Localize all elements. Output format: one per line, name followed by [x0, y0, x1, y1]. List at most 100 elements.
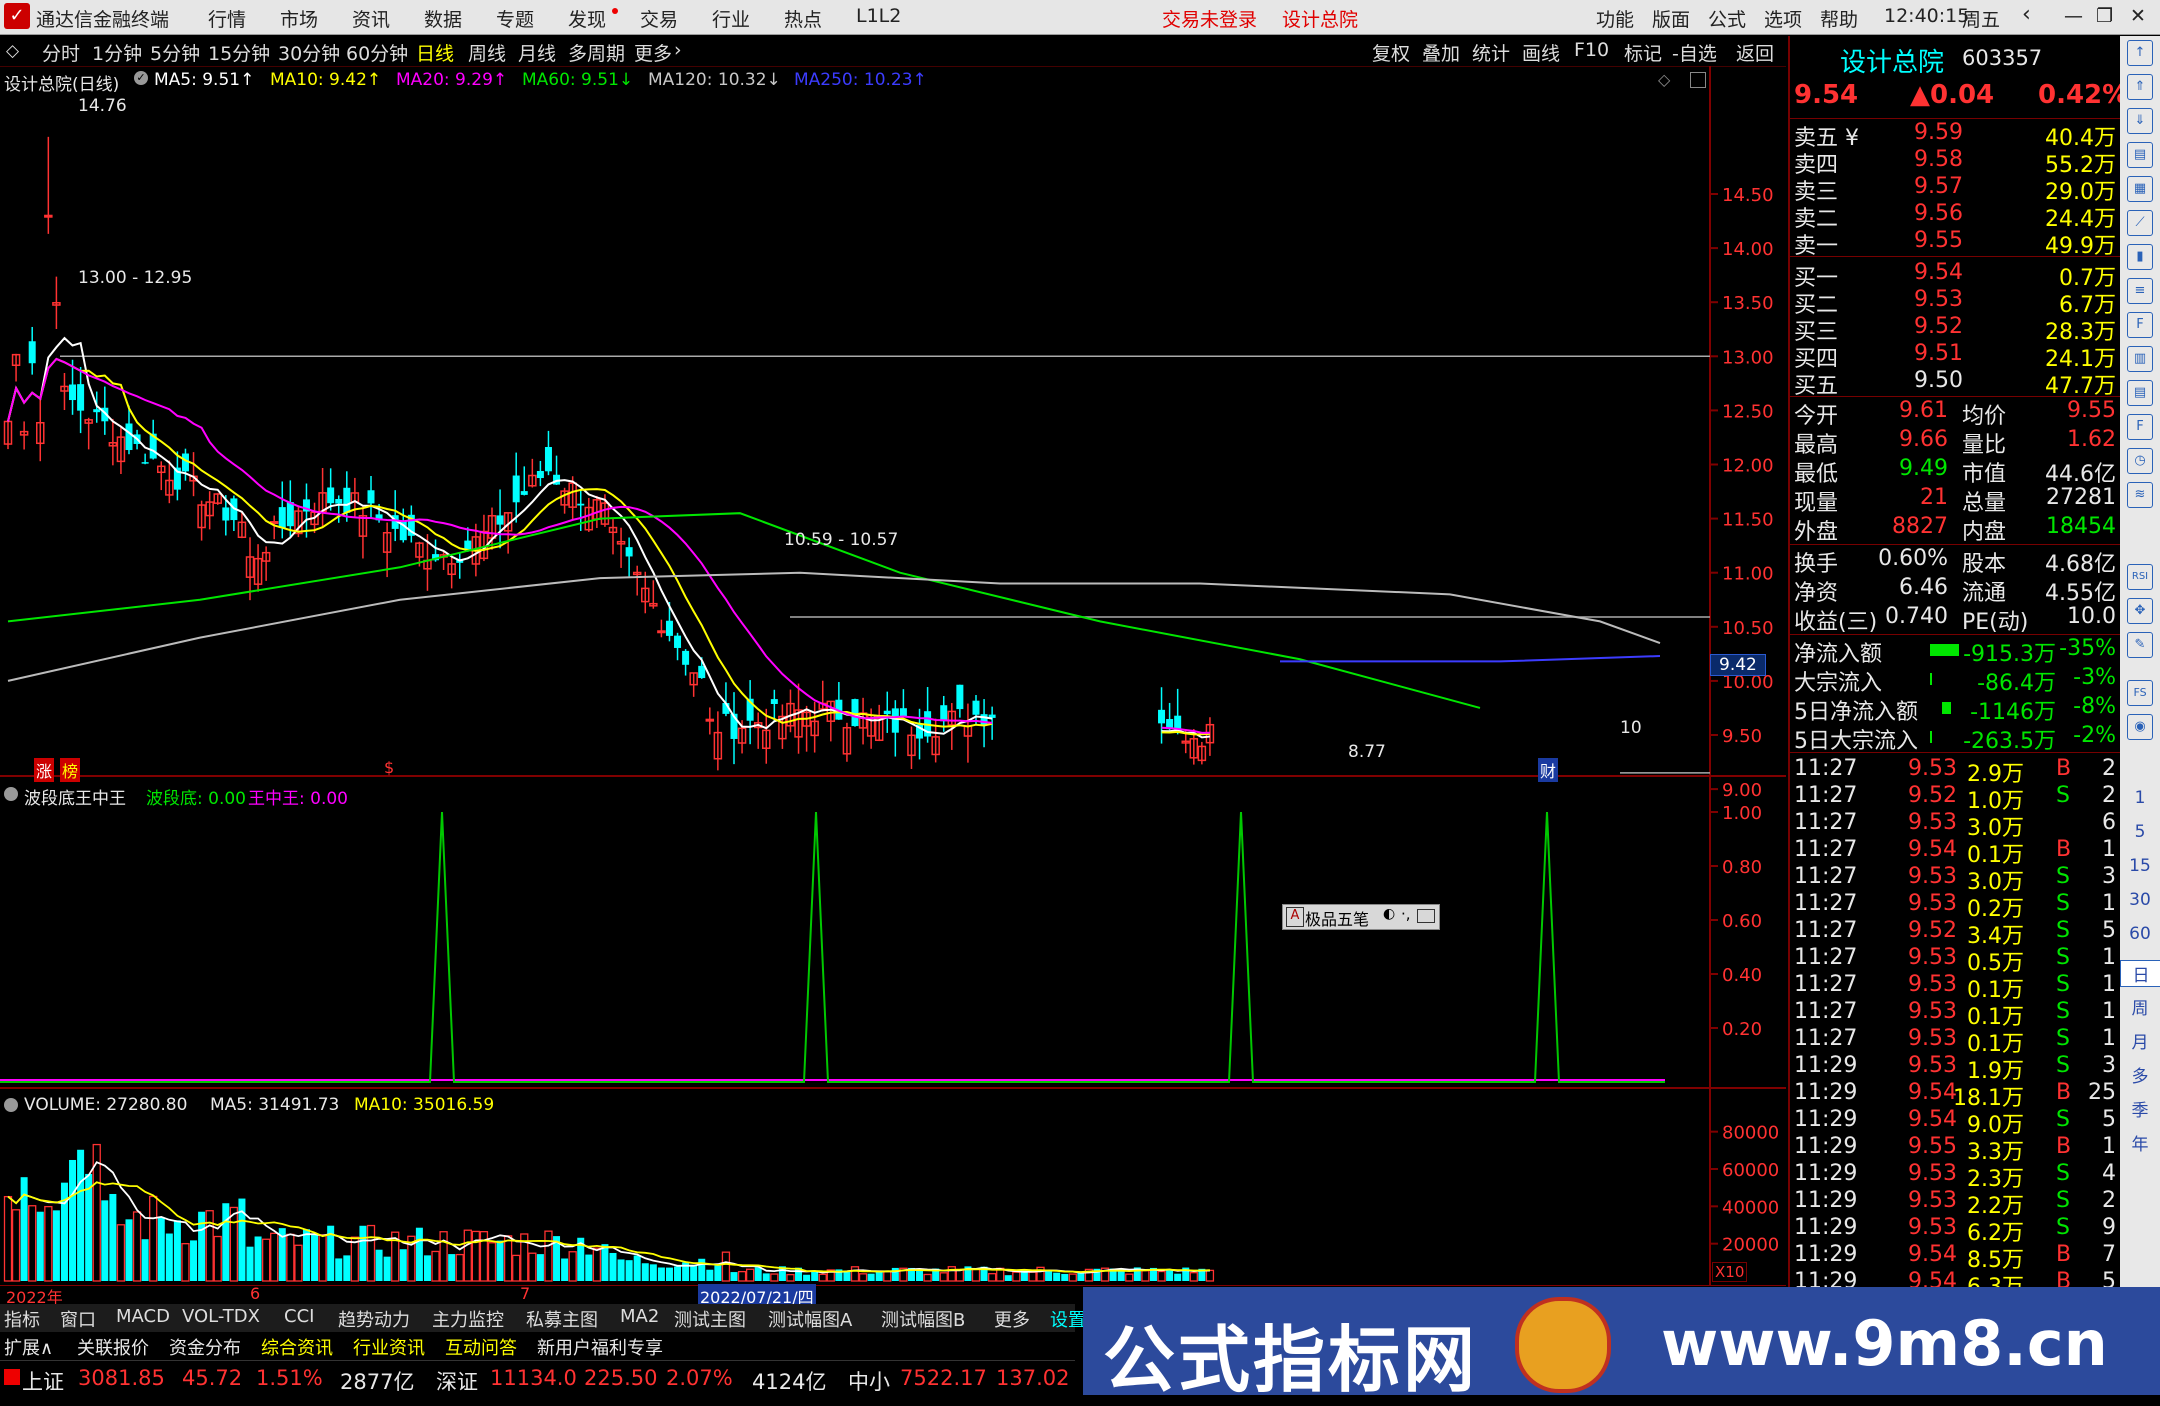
sell-row-1[interactable]: 卖一 9.55 49.9万 [1794, 228, 2118, 259]
btn-overlay[interactable]: 叠加 [1422, 39, 1460, 66]
tick-row[interactable]: 11:29 9.53 2.3万 S 4 [1794, 1161, 2118, 1192]
stat-row[interactable]: 收益(三) 0.740 PE(动) 10.0 [1794, 604, 2118, 635]
cai-mark[interactable]: 财 [1538, 758, 1559, 782]
tick-row[interactable]: 11:27 9.54 0.1万 B 1 [1794, 837, 2118, 868]
btn-f10[interactable]: F10 [1574, 39, 1609, 61]
flow-row[interactable]: 5日净流入额 -1146万 -8% [1794, 694, 2118, 725]
tick-row[interactable]: 11:29 9.54 8.5万 B 7 [1794, 1242, 2118, 1273]
sidebar-period-day[interactable]: 日 [2120, 960, 2160, 987]
tick-row[interactable]: 11:29 9.53 2.2万 S 2 [1794, 1188, 2118, 1219]
info-tab-4[interactable]: 行业资讯 [353, 1334, 425, 1360]
menu-hot[interactable]: 热点 [784, 5, 822, 32]
menu-l1l2[interactable]: L1L2 [856, 5, 901, 27]
clock-icon[interactable]: ◷ [2127, 448, 2153, 474]
buy-row-4[interactable]: 买四 9.51 24.1万 [1794, 341, 2118, 372]
stat-row[interactable]: 净资 6.46 流通 4.55亿 [1794, 575, 2118, 606]
menu-discover[interactable]: 发现 [568, 5, 606, 32]
menu-trade[interactable]: 交易 [640, 5, 678, 32]
info-tab-5[interactable]: 互动问答 [445, 1334, 517, 1360]
indicator-tab-12[interactable]: 更多 [994, 1306, 1030, 1332]
menu-data[interactable]: 数据 [424, 5, 462, 32]
tick-row[interactable]: 11:27 9.52 1.0万 S 2 [1794, 783, 2118, 814]
fin-icon[interactable]: F [2127, 312, 2153, 338]
menu-layout[interactable]: 版面 [1652, 5, 1690, 32]
sell-row-5[interactable]: 卖五 ¥9.59 40.4万 [1794, 120, 2118, 151]
sell-row-2[interactable]: 卖二 9.56 24.4万 [1794, 201, 2118, 232]
period-15min[interactable]: 15分钟 [208, 39, 270, 66]
doc2-icon[interactable]: ▤ [2127, 380, 2153, 406]
btn-remove-fav[interactable]: -自选 [1672, 39, 1717, 66]
buy-row-5[interactable]: 买五 9.50 47.7万 [1794, 368, 2118, 399]
sidebar-period-30[interactable]: 30 [2120, 890, 2160, 910]
sell-row-4[interactable]: 卖四 9.58 55.2万 [1794, 147, 2118, 178]
info-tab-3[interactable]: 综合资讯 [261, 1334, 333, 1360]
zhang-mark[interactable]: 涨 [34, 758, 55, 782]
sidebar-period-week[interactable]: 周 [2120, 994, 2160, 1019]
table-icon[interactable]: ▥ [2127, 346, 2153, 372]
indicator-tab-11[interactable]: 测试幅图B [881, 1306, 965, 1332]
menu-news[interactable]: 资讯 [352, 5, 390, 32]
tick-row[interactable]: 11:27 9.53 3.0万 6 [1794, 810, 2118, 841]
list-icon[interactable]: ≡ [2127, 278, 2153, 304]
tick-row[interactable]: 11:27 9.53 2.9万 B 2 [1794, 756, 2118, 787]
btn-draw[interactable]: 画线 [1522, 39, 1560, 66]
menu-help[interactable]: 帮助 [1820, 5, 1858, 32]
btn-mark[interactable]: 标记 [1624, 39, 1662, 66]
info-tab-2[interactable]: 资金分布 [169, 1334, 241, 1360]
tick-row[interactable]: 11:27 9.53 0.1万 S 1 [1794, 999, 2118, 1030]
rss-icon[interactable]: ≋ [2127, 482, 2153, 508]
indicator-tab-6[interactable]: 主力监控 [432, 1306, 504, 1332]
period-5min[interactable]: 5分钟 [150, 39, 200, 66]
menu-formula[interactable]: 公式 [1708, 5, 1746, 32]
ime-punct-icon[interactable]: ·, [1401, 905, 1411, 923]
sidebar-period-multi[interactable]: 多 [2120, 1062, 2160, 1087]
more-chevron-icon[interactable]: › [674, 39, 682, 61]
quote-stock-name[interactable]: 设计总院 [1840, 42, 1944, 79]
up-arrow-icon[interactable]: ↑ [2127, 40, 2153, 66]
volume-settings-icon[interactable] [4, 1098, 18, 1112]
info-tab-6[interactable]: 新用户福利专享 [537, 1334, 663, 1360]
tick-row[interactable]: 11:27 9.53 0.1万 S 1 [1794, 1026, 2118, 1057]
tick-row[interactable]: 11:27 9.52 3.4万 S 5 [1794, 918, 2118, 949]
login-status[interactable]: 交易未登录 [1162, 5, 1257, 32]
period-multi[interactable]: 多周期 [568, 39, 625, 66]
indicator-tab-8[interactable]: MA2 [620, 1306, 659, 1327]
restore-icon[interactable]: ❐ [2096, 5, 2113, 27]
doc-icon[interactable]: ▤ [2127, 142, 2153, 168]
menu-options[interactable]: 选项 [1764, 5, 1802, 32]
tick-row[interactable]: 11:27 9.53 3.0万 S 3 [1794, 864, 2118, 895]
pen-icon[interactable]: ✎ [2127, 632, 2153, 658]
f10-icon[interactable]: F [2127, 414, 2153, 440]
period-30min[interactable]: 30分钟 [278, 39, 340, 66]
info-tab-1[interactable]: 关联报价 [77, 1334, 149, 1360]
collapse-icon[interactable]: ◇ [6, 41, 19, 61]
period-60min[interactable]: 60分钟 [346, 39, 408, 66]
rsi-icon[interactable]: RSI [2127, 564, 2153, 590]
stat-row[interactable]: 现量 21 总量 27281 [1794, 485, 2118, 516]
zx-name[interactable]: 中小 [848, 1366, 890, 1396]
chart-settings-icon[interactable]: ✓ [134, 71, 148, 85]
ime-moon-icon[interactable]: ◐ [1383, 906, 1395, 922]
buy-row-1[interactable]: 买一 9.54 0.7万 [1794, 260, 2118, 291]
stat-row[interactable]: 最低 9.49 市值 44.6亿 [1794, 456, 2118, 487]
indicator-tab-13[interactable]: 设置 [1050, 1306, 1086, 1332]
ime-keyboard-icon[interactable] [1417, 909, 1435, 923]
period-1min[interactable]: 1分钟 [92, 39, 142, 66]
sidebar-period-season[interactable]: 季 [2120, 1096, 2160, 1121]
dollar-mark[interactable]: $ [384, 758, 394, 777]
ime-popup[interactable]: A 极品五笔 ◐ ·, [1282, 904, 1440, 930]
tick-row[interactable]: 11:27 9.53 0.5万 S 1 [1794, 945, 2118, 976]
menu-industry[interactable]: 行业 [712, 5, 750, 32]
indicator-tab-10[interactable]: 测试幅图A [768, 1306, 852, 1332]
indicator-tab-4[interactable]: CCI [284, 1306, 314, 1327]
indicator-tab-7[interactable]: 私募主图 [526, 1306, 598, 1332]
menu-function[interactable]: 功能 [1596, 5, 1634, 32]
tick-row[interactable]: 11:29 9.53 1.9万 S 3 [1794, 1053, 2118, 1084]
flow-row[interactable]: 大宗流入 -86.4万 -3% [1794, 665, 2118, 696]
indicator-settings-icon[interactable] [4, 787, 18, 801]
stat-row[interactable]: 今开 9.61 均价 9.55 [1794, 398, 2118, 429]
fs-icon[interactable]: FS [2127, 680, 2153, 706]
collapse-up-icon[interactable]: ⇑ [2127, 74, 2153, 100]
indicator-tab-5[interactable]: 趋势动力 [338, 1306, 410, 1332]
stat-row[interactable]: 外盘 8827 内盘 18454 [1794, 514, 2118, 545]
